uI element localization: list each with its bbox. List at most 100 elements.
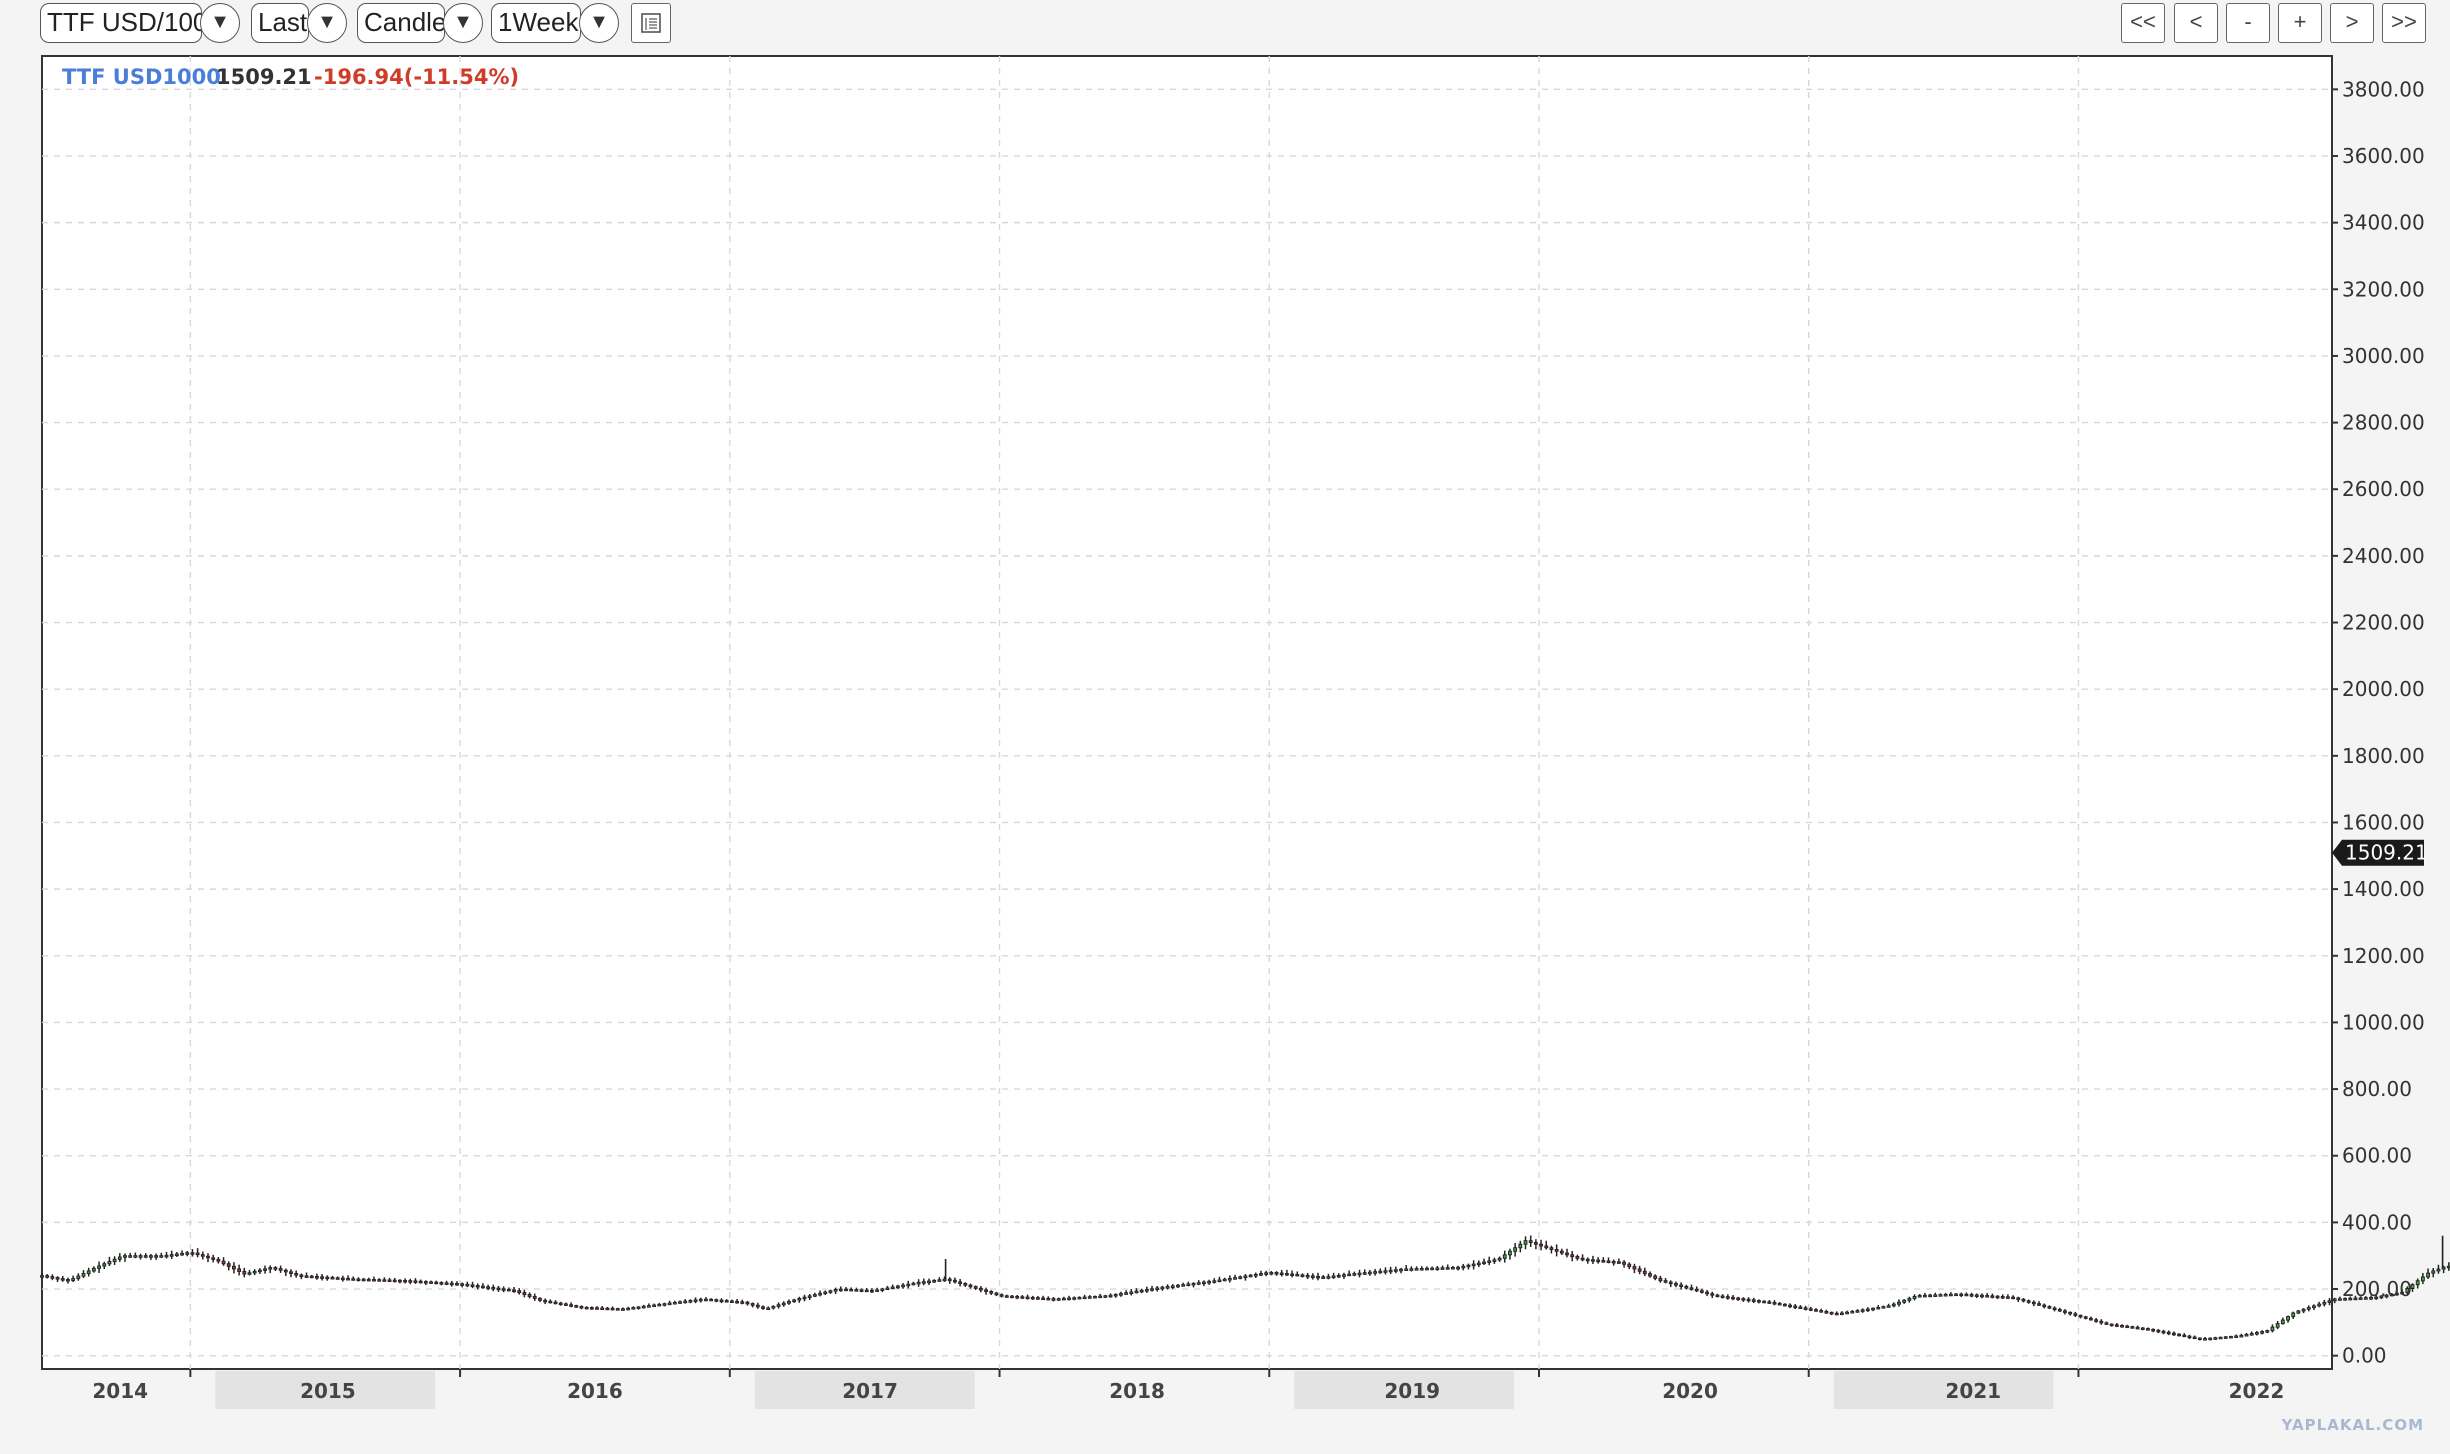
plot-area[interactable]	[41, 55, 2333, 1370]
candle-body	[263, 1268, 267, 1271]
candle-body	[1928, 1294, 1933, 1298]
candle-body	[864, 1289, 869, 1293]
candle-body	[1731, 1296, 1735, 1300]
candle-body	[1383, 1270, 1388, 1273]
candle-body	[1067, 1297, 1071, 1301]
candle-body	[71, 1278, 76, 1281]
candle-body	[973, 1286, 978, 1289]
x-tick-label: 2018	[1109, 1379, 1165, 1403]
candle-body	[875, 1289, 880, 1292]
candle-body	[859, 1289, 864, 1292]
candle-body	[1554, 1249, 1559, 1252]
candle-body	[600, 1307, 605, 1310]
candle-body	[1098, 1295, 1103, 1299]
candle-body	[1585, 1258, 1590, 1262]
candle-body	[206, 1255, 210, 1259]
candle-body	[1051, 1298, 1056, 1301]
candle-body	[346, 1277, 350, 1281]
candle-body	[351, 1278, 356, 1281]
candle-body	[1777, 1302, 1782, 1306]
candle-body	[143, 1255, 148, 1258]
candle-body	[1466, 1264, 1471, 1268]
price-chart[interactable]: 0.00 200.00 400.00 600.00 800.00 1000.00 1200.…	[0, 0, 2450, 1454]
candle-body	[2021, 1298, 2026, 1302]
candle-body	[1284, 1273, 1289, 1276]
candle-body	[1964, 1293, 1969, 1297]
candle-body	[657, 1303, 662, 1307]
candle-body	[1684, 1285, 1689, 1289]
candle-body	[1622, 1261, 1626, 1265]
candle-body	[283, 1269, 288, 1273]
candle-body	[1746, 1298, 1751, 1302]
candle-body	[2011, 1296, 2016, 1300]
candle-body	[434, 1281, 439, 1285]
candle-body	[1046, 1297, 1051, 1301]
candle-body	[880, 1288, 885, 1291]
candle-body	[854, 1289, 859, 1292]
candle-body	[750, 1303, 755, 1306]
candle-body	[947, 1278, 952, 1282]
candle-body	[2436, 1268, 2441, 1272]
candle-body	[781, 1302, 786, 1306]
candle-body	[2192, 1336, 2197, 1340]
candle-body	[2099, 1320, 2104, 1324]
candle-body	[729, 1300, 734, 1303]
candle-body	[455, 1283, 459, 1286]
candle-body	[1388, 1269, 1393, 1273]
candle-body	[133, 1255, 138, 1258]
candle-body	[195, 1252, 200, 1256]
candle-body	[1559, 1250, 1564, 1254]
y-tick-label: 0.00	[2342, 1344, 2387, 1368]
candle-body	[200, 1254, 205, 1257]
candle-body	[2026, 1300, 2031, 1303]
candle-body	[1881, 1306, 1886, 1309]
candle-body	[1036, 1297, 1040, 1300]
candle-body	[2104, 1322, 2109, 1325]
candle-body	[1876, 1306, 1881, 1310]
candle-body	[844, 1288, 848, 1292]
candle-body	[1259, 1273, 1263, 1276]
last-price-tag-label: 1509.21	[2345, 841, 2428, 865]
candle-body	[164, 1254, 169, 1258]
candle-body	[1367, 1271, 1372, 1275]
x-tick-label: 2015	[300, 1379, 356, 1403]
candle-body	[1933, 1294, 1938, 1297]
candle-body	[1897, 1301, 1901, 1305]
candle-body	[211, 1257, 216, 1260]
candle-body	[123, 1255, 127, 1258]
candle-body	[683, 1300, 688, 1304]
candle-body	[1497, 1257, 1502, 1261]
candle-body	[1129, 1291, 1134, 1295]
candle-body	[2223, 1336, 2228, 1339]
candle-body	[1596, 1259, 1601, 1263]
candle-body	[646, 1305, 651, 1308]
candle-body	[169, 1254, 174, 1257]
candle-body	[1508, 1250, 1512, 1256]
candle-body	[2052, 1307, 2057, 1311]
candle-body	[1274, 1272, 1279, 1275]
candle-body	[361, 1278, 366, 1282]
candle-body	[1201, 1281, 1206, 1285]
candle-body	[2306, 1307, 2311, 1310]
candle-body	[1798, 1306, 1803, 1310]
candle-body	[1077, 1296, 1082, 1300]
candle-body	[154, 1255, 159, 1258]
candle-body	[667, 1302, 672, 1306]
candle-body	[2265, 1330, 2270, 1333]
candle-body	[1160, 1286, 1165, 1290]
candle-body	[2109, 1323, 2114, 1327]
candle-body	[755, 1304, 760, 1308]
candle-body	[1663, 1280, 1668, 1283]
candle-body	[1637, 1268, 1642, 1272]
y-tick-label: 200.00	[2342, 1277, 2412, 1301]
candle-body	[615, 1308, 620, 1311]
candle-body	[963, 1283, 968, 1286]
candle-body	[1342, 1274, 1346, 1277]
candle-body	[1814, 1309, 1818, 1312]
candle-body	[2332, 1298, 2337, 1302]
candle-body	[688, 1300, 693, 1303]
candle-body	[1336, 1274, 1341, 1278]
y-tick-label: 1400.00	[2342, 877, 2425, 901]
candle-body	[1891, 1303, 1896, 1307]
candle-body	[714, 1299, 719, 1302]
